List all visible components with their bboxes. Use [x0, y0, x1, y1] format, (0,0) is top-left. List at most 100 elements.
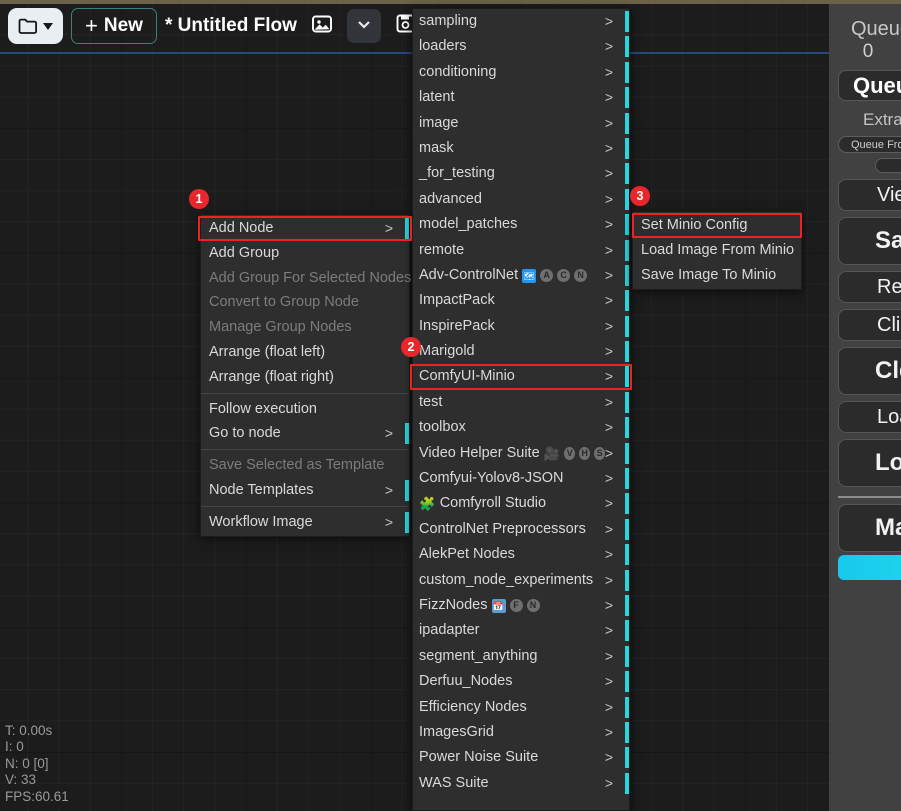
submenu-indicator-bar	[625, 417, 629, 439]
submenu-indicator-bar	[405, 423, 409, 445]
node-category-label: ImagesGrid	[419, 723, 494, 740]
node-category-comfyui-yolov8-json[interactable]: Comfyui-Yolov8-JSON >	[413, 466, 629, 491]
minio-menu-item-load-image-from-minio[interactable]: Load Image From Minio	[633, 238, 801, 263]
node-category-remote[interactable]: remote >	[413, 238, 629, 263]
menu-separator	[201, 505, 409, 507]
node-category-toolbox[interactable]: toolbox >	[413, 415, 629, 440]
menu-item-label: Load Image From Minio	[641, 242, 795, 258]
node-category-controlnet-preprocessors[interactable]: ControlNet Preprocessors >	[413, 517, 629, 542]
node-category-custom-node-experiments[interactable]: custom_node_experiments >	[413, 568, 629, 593]
node-category-label: sampling	[419, 13, 478, 29]
node-category-label: ComfyUI-Minio	[419, 368, 515, 385]
node-category-marigold[interactable]: Marigold >	[413, 339, 629, 364]
chevron-right-icon: >	[604, 520, 613, 537]
chevron-right-icon: >	[604, 571, 613, 588]
node-category-label: Comfyroll Studio	[439, 495, 547, 512]
node-category-derfuu-nodes[interactable]: Derfuu_Nodes >	[413, 669, 629, 694]
menu-item-label: Set Minio Config	[641, 217, 748, 233]
menu-item-label: Arrange (float right)	[209, 368, 334, 385]
node-category-ipadapter[interactable]: ipadapter >	[413, 618, 629, 643]
queue-front-button[interactable]: Queue Front	[838, 136, 901, 153]
chevron-right-icon: >	[604, 89, 613, 106]
context-menu-item-arrange-float-right[interactable]: Arrange (float right)	[201, 365, 409, 390]
clipspace-button[interactable]: Clipspace	[838, 309, 901, 341]
workflow-image-button[interactable]	[305, 9, 339, 43]
image-icon	[311, 13, 333, 40]
context-menu-item-add-node[interactable]: Add Node >	[201, 216, 409, 241]
node-category-label: remote	[419, 241, 465, 258]
node-category-comfyroll-studio[interactable]: 🧩 Comfyroll Studio >	[413, 491, 629, 516]
node-category-imagesgrid[interactable]: ImagesGrid >	[413, 720, 629, 745]
chevron-right-icon: >	[604, 114, 613, 131]
queue-prompt-button[interactable]: Queue Prompt	[838, 70, 901, 101]
submenu-indicator-bar	[625, 671, 629, 693]
submenu-indicator-bar	[625, 290, 629, 312]
node-category-for-testing[interactable]: _for_testing >	[413, 161, 629, 186]
submenu-indicator-bar	[625, 36, 629, 58]
toolbar-dropdown-button[interactable]	[346, 9, 381, 43]
comfyui-app-window: + New * Untitled Flow Add Node > Add Gro…	[0, 0, 901, 811]
stat-version: V: 33	[5, 772, 37, 787]
context-menu-item-add-group-for-selected-nodes: Add Group For Selected Nodes	[201, 266, 411, 291]
refresh-button[interactable]: Refresh	[838, 271, 901, 303]
submenu-indicator-bar	[625, 11, 629, 32]
workflows-folder-button[interactable]	[8, 8, 63, 44]
load-default-button[interactable]: Load Default	[838, 439, 901, 487]
menu-separator	[201, 449, 409, 451]
node-category-label: Power Noise Suite	[419, 749, 539, 766]
node-category-label: image	[419, 114, 459, 131]
node-category-power-noise-suite[interactable]: Power Noise Suite >	[413, 745, 629, 770]
submenu-indicator-bar	[625, 137, 629, 159]
context-menu-item-go-to-node[interactable]: Go to node >	[201, 421, 409, 446]
new-workflow-button[interactable]: + New	[71, 8, 157, 44]
submenu-indicator-bar	[625, 696, 629, 718]
load-button[interactable]: Load	[838, 401, 901, 433]
chevron-right-icon: >	[604, 38, 613, 55]
node-category-video-helper-suite[interactable]: Video Helper Suite 🎥 V H S >	[413, 441, 629, 466]
node-category-label: conditioning	[419, 63, 497, 80]
chevron-right-icon: >	[604, 470, 613, 487]
node-category-conditioning[interactable]: conditioning >	[413, 60, 629, 85]
view-queue-button[interactable]: View Queue	[838, 179, 901, 211]
context-menu-item-arrange-float-left[interactable]: Arrange (float left)	[201, 340, 409, 365]
extra-options-toggle[interactable]	[875, 158, 901, 173]
context-menu-item-node-templates[interactable]: Node Templates >	[201, 478, 409, 503]
node-category-latent[interactable]: latent >	[413, 85, 629, 110]
chevron-right-icon: >	[604, 647, 613, 664]
clear-button[interactable]: Clear	[838, 347, 901, 395]
submenu-indicator-bar	[625, 315, 629, 337]
chevron-right-icon: >	[604, 546, 613, 563]
node-category-advanced[interactable]: advanced >	[413, 187, 629, 212]
chevron-right-icon: >	[604, 317, 613, 334]
minio-menu-item-save-image-to-minio[interactable]: Save Image To Minio	[633, 263, 801, 288]
context-menu-item-follow-execution[interactable]: Follow execution	[201, 397, 409, 422]
context-menu-item-add-group[interactable]: Add Group	[201, 241, 409, 266]
node-category-label: toolbox	[419, 419, 466, 436]
node-category-image[interactable]: image >	[413, 111, 629, 136]
node-category-efficiency-nodes[interactable]: Efficiency Nodes >	[413, 695, 629, 720]
submenu-indicator-bar	[405, 511, 409, 533]
node-category-adv-controlnet[interactable]: Adv-ControlNet 🗺 A C N >	[413, 263, 629, 288]
submenu-indicator-bar	[625, 620, 629, 642]
node-category-test[interactable]: test >	[413, 390, 629, 415]
node-category-was-suite[interactable]: WAS Suite >	[413, 771, 629, 796]
node-category-segment-anything[interactable]: segment_anything >	[413, 644, 629, 669]
node-category-impactpack[interactable]: ImpactPack >	[413, 288, 629, 313]
node-category-comfyui-minio[interactable]: ComfyUI-Minio >	[413, 364, 629, 389]
context-menu-item-workflow-image[interactable]: Workflow Image >	[201, 510, 409, 535]
save-button[interactable]: Save	[838, 217, 901, 265]
node-category-alekpet-nodes[interactable]: AlekPet Nodes >	[413, 542, 629, 567]
chevron-right-icon: >	[604, 698, 613, 715]
minio-menu-item-set-minio-config[interactable]: Set Minio Config	[633, 213, 801, 238]
node-category-fizznodes[interactable]: FizzNodes 📅 F N >	[413, 593, 629, 618]
node-category-sampling[interactable]: sampling >	[413, 9, 629, 34]
node-category-model-patches[interactable]: model_patches >	[413, 212, 629, 237]
node-category-inspirepack[interactable]: InspirePack >	[413, 314, 629, 339]
calendar-icon: 📅	[491, 598, 506, 613]
manager-button[interactable]: Manager	[838, 504, 901, 552]
sidebar-accent-bar[interactable]	[838, 555, 901, 580]
node-category-loaders[interactable]: loaders >	[413, 34, 629, 59]
stat-iterations: I: 0	[5, 739, 24, 754]
chevron-right-icon: >	[604, 216, 613, 233]
node-category-mask[interactable]: mask >	[413, 136, 629, 161]
